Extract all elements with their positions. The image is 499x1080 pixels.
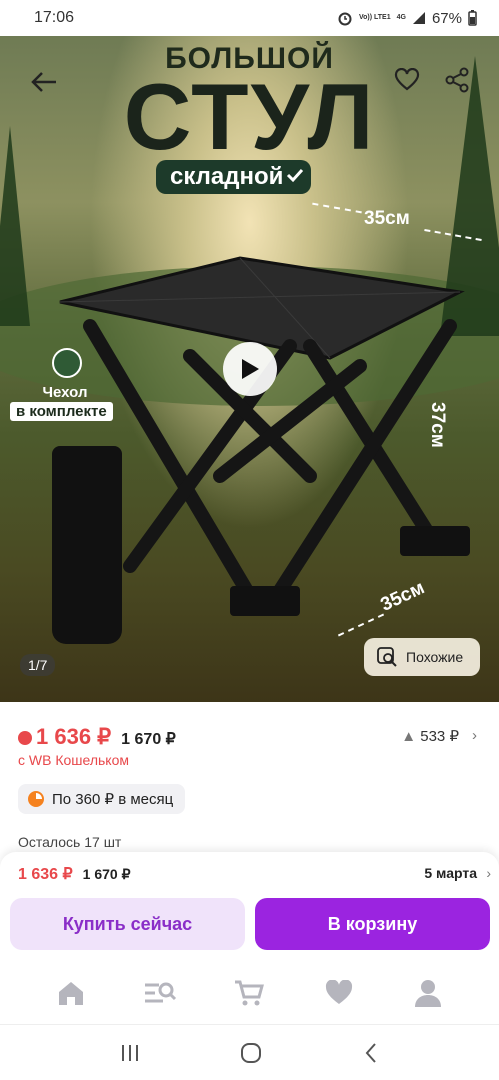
cart-icon bbox=[235, 980, 265, 1006]
tab-cart[interactable] bbox=[229, 973, 269, 1013]
delivery-date[interactable]: 5 марта › bbox=[424, 865, 491, 881]
bag-image bbox=[52, 446, 122, 644]
cover-line1: Чехол bbox=[42, 384, 88, 401]
favorite-button[interactable] bbox=[387, 60, 427, 100]
price-old: 1 670 ₽ bbox=[121, 731, 176, 748]
play-icon bbox=[242, 359, 259, 379]
buy-now-button[interactable]: Купить сейчас bbox=[10, 898, 245, 950]
catalog-search-icon bbox=[145, 982, 177, 1003]
price-change-value: 533 ₽ bbox=[420, 728, 459, 745]
triangle-up-icon: ▲ bbox=[401, 728, 417, 745]
recent-apps-icon[interactable] bbox=[120, 1043, 140, 1063]
price-row: 1 636 ₽ 1 670 ₽ bbox=[18, 724, 176, 750]
sheet-price-row: 1 636 ₽ 1 670 ₽ bbox=[18, 864, 131, 884]
similar-button[interactable]: Похожие bbox=[364, 638, 480, 676]
price-change: ▲ 533 ₽ › bbox=[401, 727, 477, 745]
status-time: 17:06 bbox=[34, 9, 75, 26]
network-label: Vo)) LTE1 bbox=[358, 14, 391, 21]
system-nav-bar bbox=[0, 1024, 499, 1080]
dim-top-line bbox=[312, 202, 362, 214]
cover-check-icon bbox=[52, 348, 82, 378]
wallet-badge-icon bbox=[18, 731, 32, 745]
headline-badge-text: складной bbox=[170, 163, 284, 190]
share-button[interactable] bbox=[437, 60, 477, 100]
tab-profile[interactable] bbox=[408, 973, 448, 1013]
tab-catalog[interactable] bbox=[140, 973, 180, 1013]
installment-chip[interactable]: По 360 ₽ в месяц bbox=[18, 784, 186, 814]
favorites-heart-icon bbox=[325, 980, 352, 1004]
similar-label: Похожие bbox=[406, 649, 464, 665]
chevron-right-icon: › bbox=[472, 727, 477, 744]
delivery-date-label: 5 марта bbox=[424, 865, 477, 881]
heart-icon bbox=[394, 68, 420, 91]
add-to-cart-button[interactable]: В корзину bbox=[255, 898, 490, 950]
stock-note: Осталось 17 шт bbox=[18, 834, 122, 850]
arrow-left-icon bbox=[31, 72, 56, 92]
battery-icon bbox=[468, 10, 477, 26]
battery-level: 67% bbox=[431, 9, 462, 27]
tab-home[interactable] bbox=[51, 973, 91, 1013]
alarm-icon bbox=[338, 12, 352, 26]
sheet-old-price: 1 670 ₽ bbox=[82, 866, 131, 882]
product-gallery[interactable]: БОЛЬШОЙ СТУЛ складной 35см 37см 35см Чех… bbox=[0, 36, 499, 702]
price-current: 1 636 ₽ bbox=[18, 724, 111, 750]
share-icon bbox=[445, 67, 469, 93]
tab-bar bbox=[0, 962, 499, 1024]
wallet-note[interactable]: с WB Кошельком bbox=[18, 752, 129, 768]
home-circle-icon[interactable] bbox=[240, 1042, 262, 1064]
check-icon bbox=[287, 168, 304, 183]
dim-top: 35см bbox=[364, 208, 410, 229]
network-4g: 4G bbox=[396, 14, 406, 21]
back-button[interactable] bbox=[24, 62, 64, 102]
back-chevron-icon[interactable] bbox=[363, 1042, 379, 1064]
purchase-sheet: 1 636 ₽ 1 670 ₽ 5 марта › Купить сейчас … bbox=[0, 852, 499, 962]
installment-icon bbox=[28, 791, 44, 807]
play-button[interactable] bbox=[223, 342, 277, 396]
home-icon bbox=[58, 982, 83, 1005]
sheet-price: 1 636 ₽ bbox=[18, 866, 73, 883]
similar-search-icon bbox=[377, 647, 397, 667]
signal-icon bbox=[412, 12, 425, 24]
profile-icon bbox=[415, 980, 442, 1007]
cover-line2: в комплекте bbox=[10, 402, 113, 421]
headline-badge: складной bbox=[156, 160, 312, 194]
installment-label: По 360 ₽ в месяц bbox=[52, 791, 174, 808]
dim-right: 37см bbox=[427, 402, 448, 448]
gallery-counter: 1/7 bbox=[20, 654, 56, 676]
tab-favorites[interactable] bbox=[319, 973, 359, 1013]
status-bar: 17:06 Vo)) LTE1 4G 67% bbox=[0, 0, 499, 36]
delivery-chevron-icon: › bbox=[486, 865, 491, 881]
